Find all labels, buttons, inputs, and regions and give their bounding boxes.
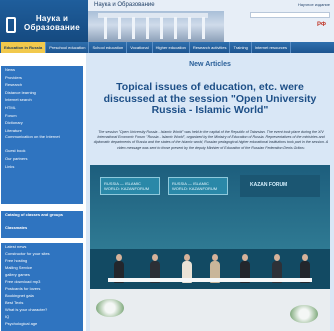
- photo-table: [108, 278, 312, 282]
- sidebar-item-classmates[interactable]: Classmates: [1, 224, 83, 232]
- nav-item-research-activities[interactable]: Research activities: [190, 42, 231, 53]
- header-banner-photo: [88, 11, 224, 42]
- section-title: New Articles: [189, 61, 231, 68]
- sidebar-item-catalog[interactable]: Catalog of classes and groups: [1, 211, 83, 224]
- site-title: Наука и Образование: [94, 2, 155, 8]
- sidebar-link-free-mp3[interactable]: Free download mp3: [1, 278, 83, 285]
- header-top-right-text[interactable]: Научное издание: [298, 2, 330, 7]
- photo-screen-text: RUSSIA — ISLAMIC WORLD: KAZANFORUM: [104, 181, 150, 191]
- main-content: New Articles Topical issues of education…: [86, 53, 334, 331]
- sidebar-catalog: Catalog of classes and groups Classmates: [1, 211, 83, 238]
- header-badge: РФ: [316, 22, 326, 28]
- photo-logo-text: KAZAN FORUM: [250, 182, 288, 188]
- nav-item-training[interactable]: Training: [230, 42, 252, 53]
- page: Наука и Образование Наука и Образование …: [0, 0, 334, 331]
- sidebar-item-literature[interactable]: Literature: [1, 127, 83, 135]
- main-nav: Education in Russia Preschool education …: [0, 42, 334, 53]
- book-icon: [6, 17, 16, 33]
- sidebar-item-dictionary[interactable]: Dictionary: [1, 119, 83, 127]
- photo-person-head: [152, 254, 158, 261]
- photo-person-head: [116, 254, 122, 261]
- photo-person-head: [184, 254, 190, 261]
- logo-text: Наука и Образование: [23, 14, 81, 32]
- nav-item-vocational[interactable]: Vocational: [127, 42, 153, 53]
- building-column: [146, 17, 149, 39]
- sidebar-link-psychological-age[interactable]: Psychological age: [1, 320, 83, 327]
- sidebar-link-character[interactable]: What is your character?: [1, 306, 83, 313]
- sidebar-item-links[interactable]: Links: [1, 163, 83, 171]
- article-text: The session "Open University Russia - Is…: [93, 130, 329, 150]
- sidebar-link-latest-news[interactable]: Latest news: [1, 243, 83, 250]
- sidebar-item-internet-search[interactable]: Internet search: [1, 96, 83, 104]
- sidebar-item-distance-learning[interactable]: Distance learning: [1, 89, 83, 97]
- header: Наука и Образование Наука и Образование …: [0, 0, 334, 42]
- building-column: [174, 17, 177, 39]
- article-title[interactable]: Topical issues of education, etc. were d…: [94, 81, 326, 117]
- sidebar-link-iq[interactable]: IQ: [1, 313, 83, 320]
- sidebar-item-html[interactable]: HTML: [1, 104, 83, 112]
- sidebar-item-news[interactable]: News: [1, 66, 83, 74]
- nav-item-education-in-russia[interactable]: Education in Russia: [1, 42, 47, 53]
- site-logo[interactable]: Наука и Образование: [0, 0, 88, 42]
- sidebar-menu: News Providers Research Distance learnin…: [1, 66, 83, 204]
- sidebar-item-guest-book[interactable]: Guest book: [1, 147, 83, 155]
- sidebar-link-free-hosting[interactable]: Free hosting: [1, 257, 83, 264]
- sidebar-item-communication[interactable]: Communication on the Internet: [1, 134, 83, 147]
- building-roof: [98, 13, 208, 18]
- sidebar-item-forum[interactable]: Forum: [1, 112, 83, 120]
- photo-screen: RUSSIA — ISLAMIC WORLD: KAZANFORUM: [168, 177, 228, 195]
- sidebar: News Providers Research Distance learnin…: [0, 53, 84, 331]
- building-column: [132, 17, 135, 39]
- nav-item-internet-resources[interactable]: Internet resources: [252, 42, 292, 53]
- photo-person-head: [274, 254, 280, 261]
- sidebar-link-gallery-games[interactable]: gallery games: [1, 271, 83, 278]
- photo-screen: RUSSIA — ISLAMIC WORLD: KAZANFORUM: [100, 177, 160, 195]
- sidebar-link-bookingnet[interactable]: Bookingnet gala: [1, 292, 83, 299]
- nav-item-preschool-education[interactable]: Preschool education: [46, 42, 90, 53]
- building-column: [104, 17, 107, 39]
- nav-item-school-education[interactable]: School education: [89, 42, 128, 53]
- header-search-box[interactable]: [250, 12, 330, 18]
- photo-screen-text: RUSSIA — ISLAMIC WORLD: KAZANFORUM: [172, 181, 218, 191]
- sidebar-link-constructor[interactable]: Constructor for your sites: [1, 250, 83, 257]
- article-photo[interactable]: RUSSIA — ISLAMIC WORLD: KAZANFORUM RUSSI…: [90, 165, 330, 331]
- photo-flowers: [96, 299, 124, 317]
- sidebar-links: Latest news Constructor for your sites F…: [1, 243, 83, 331]
- nav-item-higher-education[interactable]: Higher education: [153, 42, 190, 53]
- sidebar-item-research[interactable]: Research: [1, 81, 83, 89]
- building-column: [118, 17, 121, 39]
- sidebar-item-providers[interactable]: Providers: [1, 74, 83, 82]
- photo-person-head: [242, 254, 248, 261]
- photo-logo-panel: KAZAN FORUM: [240, 175, 320, 197]
- building-column: [202, 17, 205, 39]
- sidebar-item-our-partners[interactable]: Our partners: [1, 155, 83, 163]
- photo-person-head: [212, 254, 218, 261]
- photo-flowers: [290, 305, 318, 323]
- sidebar-link-mailing-service[interactable]: Mailing Service: [1, 264, 83, 271]
- photo-person-head: [302, 254, 308, 261]
- sidebar-link-best-texts[interactable]: Best Texts: [1, 299, 83, 306]
- sidebar-link-postcards[interactable]: Postcards for lovers: [1, 285, 83, 292]
- building-column: [160, 17, 163, 39]
- building-column: [188, 17, 191, 39]
